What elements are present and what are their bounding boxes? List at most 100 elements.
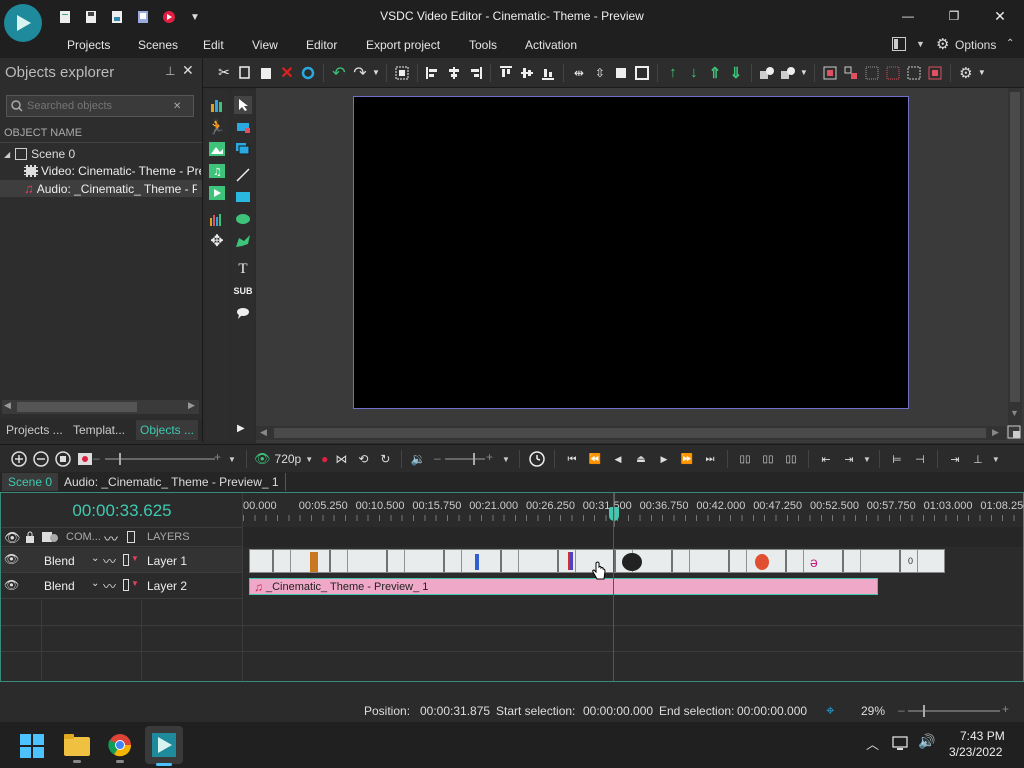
zoom-out-icon[interactable]	[32, 450, 50, 468]
paste-icon[interactable]	[257, 64, 275, 82]
align-bottom-icon[interactable]	[539, 64, 557, 82]
options-button[interactable]: Options	[955, 38, 996, 52]
menu-tools[interactable]: Tools	[469, 38, 497, 52]
loop-icon[interactable]: ⟲	[354, 450, 372, 468]
quality-dropdown-icon[interactable]: ▼	[305, 455, 313, 464]
layer-visibility-icon[interactable]: 👁	[4, 552, 19, 566]
video-add-icon[interactable]	[208, 184, 226, 202]
delete-icon[interactable]: ✕	[278, 64, 296, 82]
zoom-fit-icon[interactable]	[1006, 424, 1022, 440]
vertical-scroll-thumb[interactable]	[1010, 92, 1020, 402]
cut-icon[interactable]: ✂	[215, 64, 233, 82]
pointer-icon[interactable]	[234, 96, 252, 114]
snap-grid-icon[interactable]	[821, 64, 839, 82]
record-screen-icon[interactable]	[76, 450, 94, 468]
distribute-vertical-icon[interactable]: ⇳	[591, 64, 609, 82]
scroll-right-icon[interactable]: ▶	[188, 400, 195, 411]
blend-mode-selector[interactable]: Blend	[44, 579, 75, 593]
layer-waveform-icon[interactable]: 〰	[103, 551, 116, 570]
volume-slider[interactable]	[445, 453, 485, 465]
snap-icon[interactable]: ⊥	[969, 450, 987, 468]
group-dropdown-icon[interactable]: ▼	[800, 68, 808, 77]
trim-icon[interactable]: ⇥	[946, 450, 964, 468]
gear-icon[interactable]: ⚙	[936, 35, 949, 53]
canvas-vertical-scrollbar[interactable]: ▼	[1008, 88, 1022, 426]
align-left-icon[interactable]	[424, 64, 442, 82]
search-input[interactable]	[27, 100, 167, 112]
play-icon[interactable]: ▶	[655, 450, 673, 468]
fit-frame-icon[interactable]	[633, 64, 651, 82]
zoom-slider-thumb[interactable]	[119, 453, 121, 465]
tree-item-audio[interactable]: ♫ Audio: _Cinematic_ Theme - Pre	[0, 180, 202, 197]
pin-icon[interactable]: ⊥	[165, 64, 175, 78]
move-down-icon[interactable]: ↓	[685, 64, 703, 82]
tree-item-video[interactable]: Video: Cinematic- Theme - Prev	[24, 163, 201, 179]
jump-dropdown-icon[interactable]: ▼	[863, 455, 871, 464]
blend-dropdown-icon[interactable]: ⌄	[91, 553, 99, 564]
redo-icon[interactable]: ↷	[351, 64, 369, 82]
volume-slider-thumb[interactable]	[473, 453, 475, 465]
canvas-scroll-left-icon[interactable]: ◀	[260, 427, 267, 438]
tab-projects[interactable]: Projects ...	[6, 423, 63, 437]
menu-activation[interactable]: Activation	[525, 38, 577, 52]
layout-icon[interactable]	[892, 37, 906, 51]
video-preview[interactable]	[353, 96, 909, 409]
layer-name[interactable]: Layer 2	[147, 579, 187, 593]
network-icon[interactable]	[892, 735, 910, 751]
tree-item-scene[interactable]: ◢ Scene 0	[4, 146, 75, 162]
jump-next-icon[interactable]: ⇥	[840, 450, 858, 468]
layer-waveform-icon[interactable]: 〰	[103, 576, 116, 595]
split-icon[interactable]: ⋈	[332, 450, 350, 468]
collapse-ribbon-icon[interactable]: ⌃	[1006, 38, 1014, 49]
chart-icon[interactable]	[208, 96, 226, 114]
menu-scenes[interactable]: Scenes	[138, 38, 178, 52]
panel-close-icon[interactable]: ✕	[182, 62, 194, 79]
restore-button[interactable]: ❐	[944, 6, 964, 26]
tab-objects[interactable]: Objects ...	[136, 420, 199, 440]
volume-icon[interactable]: 🔉	[409, 450, 427, 468]
rewind-icon[interactable]: ⏪	[586, 450, 604, 468]
ellipse-icon[interactable]	[234, 210, 252, 228]
tab-templates[interactable]: Templat...	[73, 423, 125, 437]
layer-color-dropdown-icon[interactable]: ▼	[131, 554, 139, 563]
marker-in-icon[interactable]: ▯▯	[736, 450, 754, 468]
go-start-icon[interactable]: ⏮	[563, 450, 581, 468]
snap-dropdown-icon[interactable]: ▼	[992, 455, 1000, 464]
layer-name[interactable]: Layer 1	[147, 554, 187, 568]
blend-dropdown-icon[interactable]: ⌄	[91, 578, 99, 589]
blend-mode-selector[interactable]: Blend	[44, 554, 75, 568]
layer-color-icon[interactable]	[123, 554, 129, 566]
layer-color-icon[interactable]	[123, 579, 129, 591]
zoom-minus-icon[interactable]: –	[898, 703, 905, 717]
fit-to-window-icon[interactable]: ⌖	[826, 702, 834, 719]
menu-editor[interactable]: Editor	[306, 38, 337, 52]
audio-add-icon[interactable]: ♫	[208, 162, 226, 180]
vsdc-taskbar-icon[interactable]	[145, 726, 183, 764]
align-center-icon[interactable]	[445, 64, 463, 82]
show-hidden-icons[interactable]: ︿	[866, 734, 879, 753]
canvas-horizontal-scrollbar[interactable]: ◀ ▶	[256, 426, 1006, 440]
lock-layout-icon[interactable]	[926, 64, 944, 82]
stop-icon[interactable]: ⏏	[632, 450, 650, 468]
move-tool-icon[interactable]: ✥	[208, 232, 226, 250]
freeform-icon[interactable]	[234, 232, 252, 250]
menu-edit[interactable]: Edit	[203, 38, 224, 52]
jump-prev-icon[interactable]: ⇤	[817, 450, 835, 468]
move-up-icon[interactable]: ↑	[664, 64, 682, 82]
align-top-icon[interactable]	[497, 64, 515, 82]
ungroup-icon[interactable]	[779, 64, 797, 82]
zoom-slider[interactable]	[908, 705, 1000, 717]
layer-row-1[interactable]: 👁 Blend ⌄ 〰 ▼ Layer 1	[1, 548, 243, 573]
settings-dropdown-icon[interactable]: ▼	[978, 68, 986, 77]
line-icon[interactable]	[234, 166, 252, 184]
bring-front-icon[interactable]: ⇑	[706, 64, 724, 82]
align-right-icon[interactable]	[466, 64, 484, 82]
guides-icon[interactable]	[884, 64, 902, 82]
group-icon[interactable]	[758, 64, 776, 82]
chrome-icon[interactable]	[108, 733, 132, 757]
vsdc-logo-icon[interactable]	[4, 4, 42, 42]
horizontal-scrollbar[interactable]: ◀ ▶	[2, 400, 199, 414]
text-icon[interactable]: T	[234, 260, 252, 278]
zoom-slider-handle[interactable]	[923, 705, 925, 717]
align-clips-right-icon[interactable]: ⊣	[911, 450, 929, 468]
